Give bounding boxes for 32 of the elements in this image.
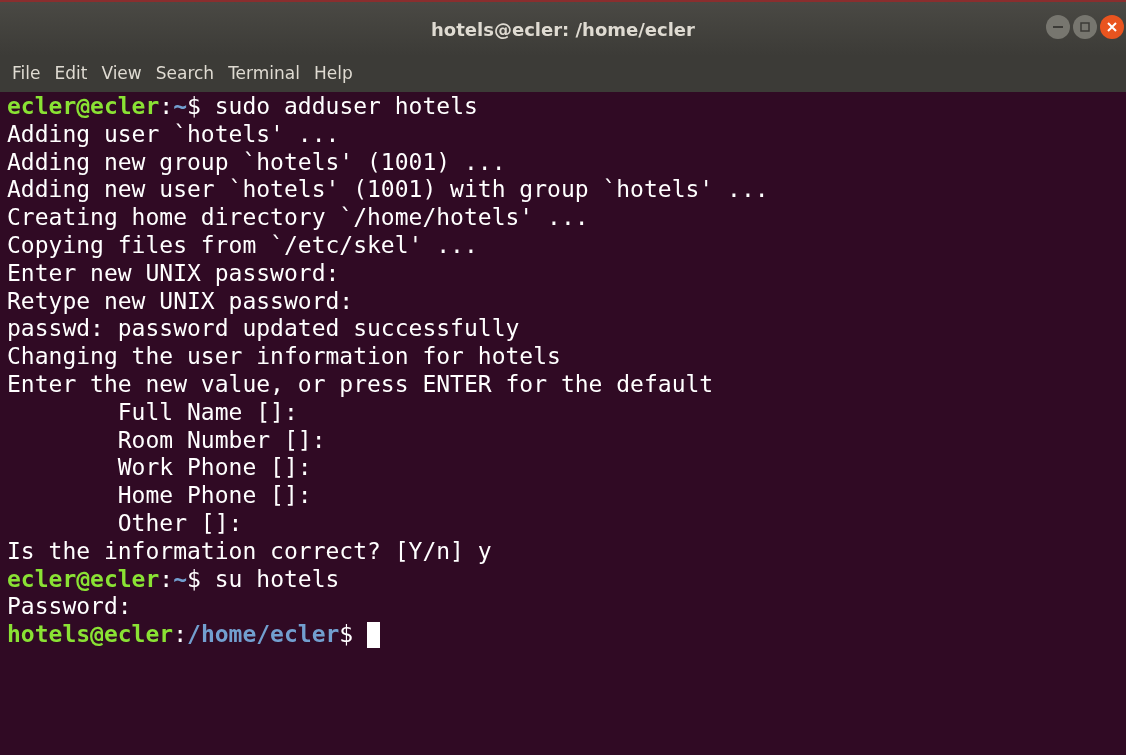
output-line: Adding new group `hotels' (1001) ... xyxy=(7,148,506,177)
output-line: Creating home directory `/home/hotels' ... xyxy=(7,204,589,232)
menu-item[interactable]: Terminal xyxy=(222,61,306,87)
menu-item[interactable]: Help xyxy=(307,61,359,87)
output-line: Changing the user information for hotels xyxy=(7,343,561,371)
output-line: Retype new UNIX password: xyxy=(7,287,354,316)
output-line: Adding user `hotels' ... xyxy=(7,120,340,149)
output-line: Adding new user `hotels' (1001) with group `hotels' ... xyxy=(7,176,769,205)
maximize-icon xyxy=(1080,22,1090,32)
output-line: Enter the new value, or press ENTER for the default xyxy=(7,370,714,399)
output-line: Home Phone []: xyxy=(116,482,312,510)
minimize-icon xyxy=(1053,26,1063,28)
output-line: passwd: password updated successfully xyxy=(7,315,520,344)
close-button[interactable] xyxy=(1100,15,1124,39)
prompt-line: ecler@ecler:~$ su hotels xyxy=(7,565,340,594)
prompt-line: hotels@ecler:/home/ecler$ xyxy=(7,621,354,649)
output-line: Is the information correct? [Y/n] y xyxy=(7,537,492,566)
output-line: Room Number []: xyxy=(116,426,326,455)
output-line: Enter new UNIX password: xyxy=(7,259,340,288)
output-line: Full Name []: xyxy=(116,398,298,427)
menu-item[interactable]: View xyxy=(95,61,148,87)
minimize-button[interactable] xyxy=(1046,15,1070,39)
menu-item[interactable]: File xyxy=(6,61,47,87)
output-line: Work Phone []: xyxy=(116,454,312,483)
menu-item[interactable]: Search xyxy=(149,61,221,87)
window-title: hotels@ecler: /home/ecler xyxy=(431,17,695,42)
prompt-line: ecler@ecler:~$ sudo adduser hotels xyxy=(7,93,478,121)
output-line: Copying files from `/etc/skel' ... xyxy=(7,232,478,260)
output-line: Password: xyxy=(7,593,132,622)
output-line: Other []: xyxy=(116,509,243,538)
menu-item[interactable]: Edit xyxy=(48,61,94,87)
close-icon xyxy=(1107,22,1117,32)
